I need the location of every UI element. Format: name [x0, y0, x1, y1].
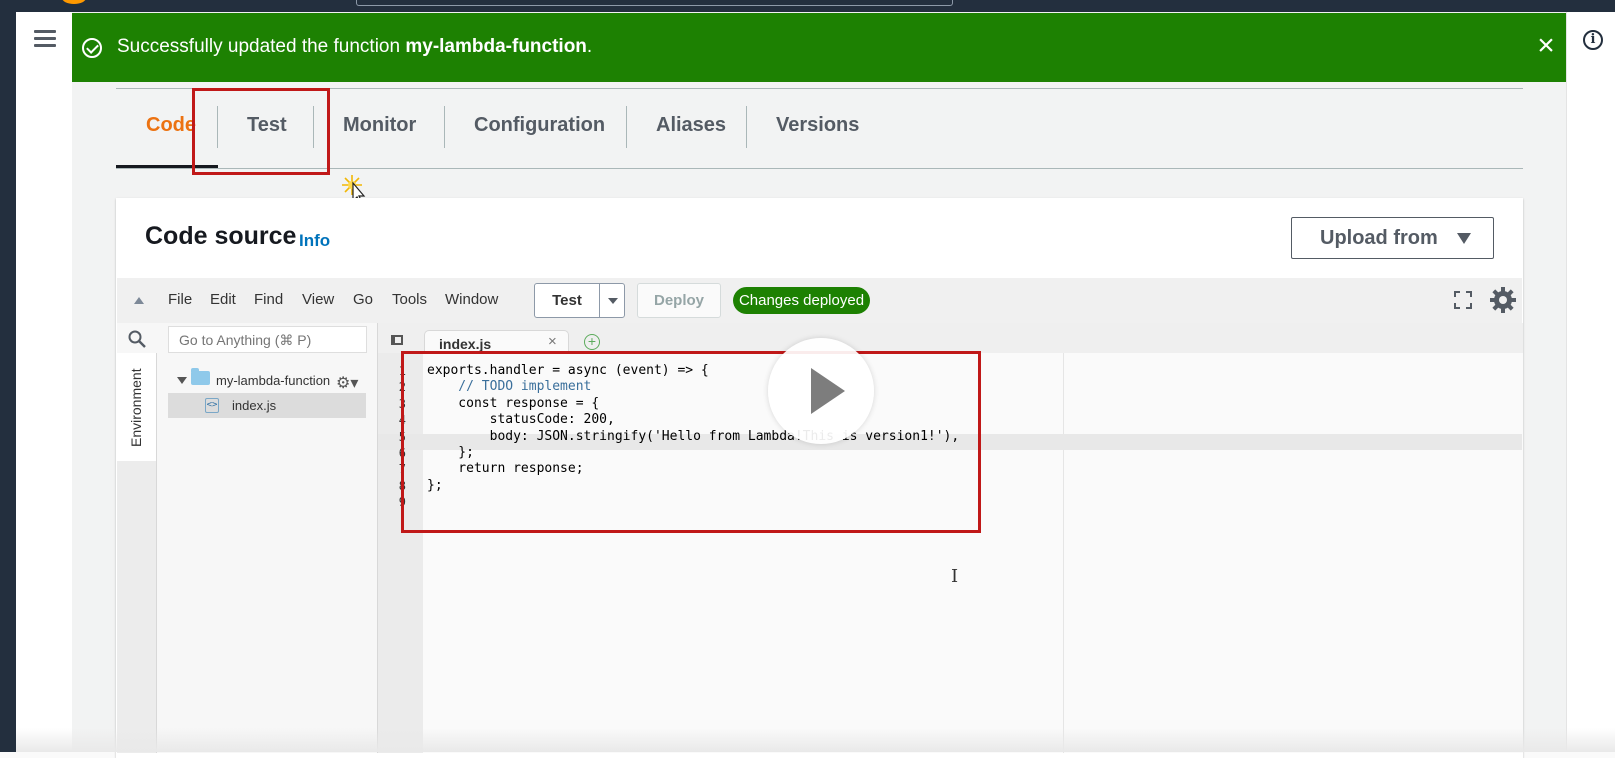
tab-separator — [746, 106, 747, 148]
console-search-input[interactable] — [356, 0, 953, 6]
menu-go[interactable]: Go — [353, 291, 373, 308]
tab-versions[interactable]: Versions — [776, 105, 859, 169]
expand-arrow-icon[interactable] — [177, 377, 187, 384]
play-icon — [811, 368, 845, 414]
menu-view[interactable]: View — [302, 291, 334, 308]
tab-separator — [626, 106, 627, 148]
upload-from-button[interactable]: Upload from — [1291, 217, 1494, 259]
test-dropdown-icon[interactable] — [608, 298, 618, 304]
code-highlight-box — [401, 351, 981, 533]
info-link[interactable]: Info — [299, 231, 330, 251]
bottom-fade — [16, 728, 1615, 752]
add-tab-icon[interactable]: + — [584, 334, 600, 350]
menu-edit[interactable]: Edit — [210, 291, 236, 308]
search-icon — [128, 330, 146, 348]
close-icon[interactable]: × — [1532, 31, 1560, 61]
folder-icon — [191, 368, 210, 385]
test-tab-highlight — [192, 88, 330, 175]
right-divider — [1566, 12, 1567, 752]
ide-test-label: Test — [552, 292, 582, 309]
caret-down-icon — [1457, 233, 1471, 244]
gear-icon[interactable] — [1488, 285, 1518, 315]
editor-tab-label: index.js — [439, 336, 492, 352]
tab-code[interactable]: Code — [146, 105, 196, 169]
tab-close-icon[interactable]: × — [548, 333, 557, 350]
tab-separator — [444, 106, 445, 148]
status-badge: Changes deployed — [733, 287, 870, 314]
file-list-icon[interactable] — [391, 335, 403, 345]
ide-test-button[interactable]: Test — [534, 283, 625, 318]
banner-function-name: my-lambda-function — [405, 36, 587, 57]
file-label[interactable]: index.js — [232, 398, 276, 413]
check-circle-icon — [82, 38, 102, 58]
code-source-title: Code source — [145, 222, 297, 250]
menu-icon[interactable] — [34, 30, 56, 48]
collapse-icon[interactable] — [134, 297, 144, 304]
button-separator — [599, 284, 600, 317]
js-file-icon: <> — [205, 398, 219, 413]
left-nav-gutter — [16, 12, 72, 752]
menu-file[interactable]: File — [168, 291, 192, 308]
folder-settings-icon[interactable]: ⚙▾ — [336, 373, 358, 393]
left-edge — [0, 12, 16, 752]
menu-find[interactable]: Find — [254, 291, 283, 308]
deploy-button[interactable]: Deploy — [637, 283, 721, 318]
tab-aliases[interactable]: Aliases — [656, 105, 726, 169]
right-tools-gutter — [1566, 12, 1615, 752]
environment-label: Environment — [128, 368, 144, 447]
menu-tools[interactable]: Tools — [392, 291, 427, 308]
tab-monitor[interactable]: Monitor — [343, 105, 416, 169]
upload-from-label: Upload from — [1320, 227, 1438, 249]
info-icon[interactable]: i — [1583, 30, 1603, 50]
tab-configuration[interactable]: Configuration — [474, 105, 605, 169]
banner-message: Successfully updated the function my-lam… — [117, 36, 593, 57]
goto-anything-input[interactable] — [168, 326, 367, 353]
text-cursor-icon: I — [951, 566, 959, 587]
print-margin — [1063, 353, 1064, 753]
play-button[interactable] — [768, 338, 874, 444]
menu-window[interactable]: Window — [445, 291, 498, 308]
folder-label[interactable]: my-lambda-function — [216, 373, 330, 388]
fullscreen-icon[interactable] — [1453, 290, 1473, 310]
